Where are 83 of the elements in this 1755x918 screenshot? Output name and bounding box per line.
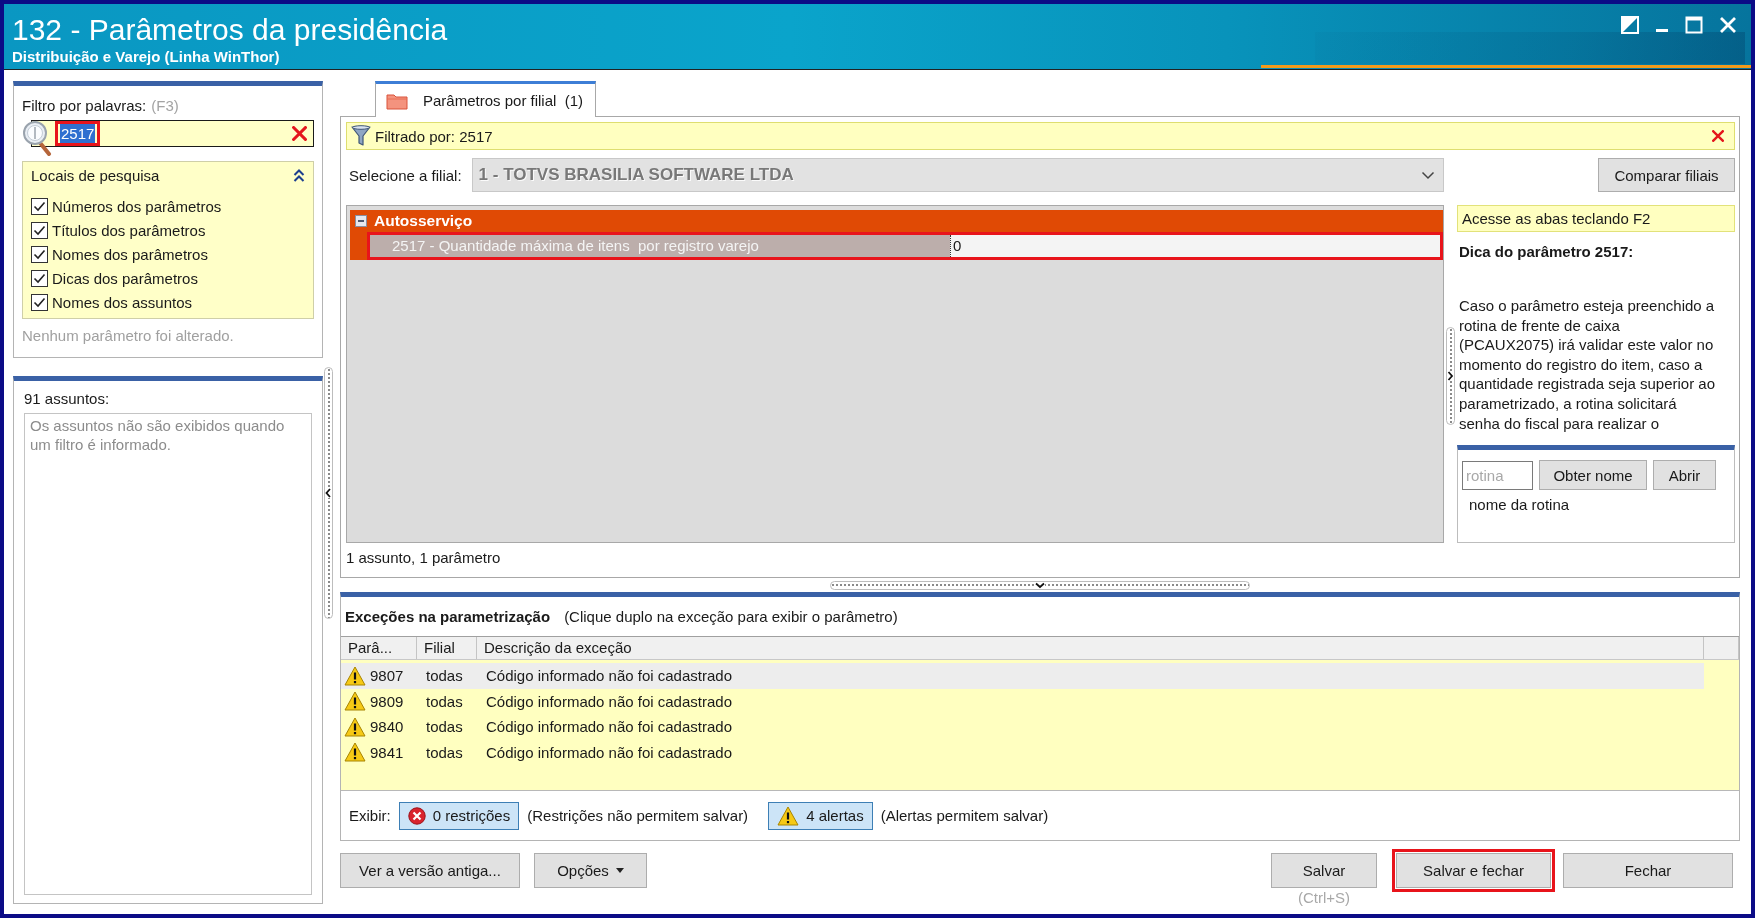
tab[interactable]: Parâmetros por filial (1) xyxy=(375,81,597,117)
splitter-handle[interactable] xyxy=(830,580,1250,590)
column-header[interactable]: Descrição da exceção xyxy=(477,637,1704,659)
contrast-icon[interactable] xyxy=(1621,16,1639,34)
splitter-handle[interactable] xyxy=(1446,327,1455,425)
minus-box-icon[interactable] xyxy=(355,215,367,227)
table-cell-text: Código informado não foi cadastrado xyxy=(485,743,733,761)
chevron-down-icon xyxy=(1035,581,1045,589)
save-button[interactable]: Salvar xyxy=(1271,853,1377,888)
checkbox-option[interactable]: Títulos dos parâmetros xyxy=(31,218,305,242)
subjects-list: Os assuntos não são exibidos quando um filtro é informado. xyxy=(24,413,312,895)
checkbox-option[interactable]: Nomes dos parâmetros xyxy=(31,242,305,266)
shortcut-hint: (Ctrl+S) xyxy=(1297,888,1351,908)
value-field[interactable]: 0 xyxy=(950,235,1440,257)
folder-icon xyxy=(386,91,408,110)
table-cell: 9809 xyxy=(370,692,404,710)
warning-icon xyxy=(344,742,366,763)
field-value: 2517 xyxy=(60,124,96,143)
warning-icon xyxy=(777,805,800,826)
table-cell-text: Código informado não foi cadastrado xyxy=(485,718,733,736)
collapse-icon[interactable] xyxy=(293,169,305,183)
exceptions-note: (Clique duplo na exceção para exibir o parâmetro) xyxy=(564,608,898,625)
filter-toggle[interactable]: 0 restrições xyxy=(398,801,520,830)
open-button[interactable]: Abrir xyxy=(1653,460,1716,490)
table-cell: 9841 xyxy=(370,743,404,761)
table-cell-text: Código informado não foi cadastrado xyxy=(485,692,733,710)
hint-notice: Acesse as abas teclando F2 xyxy=(1457,205,1735,232)
chevron-left-icon xyxy=(325,488,332,498)
subjects-count: 91 assuntos: xyxy=(24,389,111,409)
column-header[interactable]: Filial xyxy=(417,637,477,659)
filter-toggle[interactable]: 4 alertas xyxy=(768,801,873,830)
toggle-note: (Alertas permitem salvar) xyxy=(880,807,1049,824)
window-title: 132 - Parâmetros da presidência xyxy=(12,12,448,48)
old-version-button[interactable]: Ver a versão antiga... xyxy=(340,853,520,888)
hint-text: Caso o parâmetro esteja preenchido a rotina de frente de caixa (PCAUX2075) irá validar este valor no momento do registro do item, caso a quantidade registrada seja superior ao parametrizado, a rotina solicitará senha do fiscal para realizar o xyxy=(1458,296,1716,434)
warning-icon xyxy=(344,691,366,712)
toggle-note: (Restrições não permitem salvar) xyxy=(527,807,749,824)
exceptions-title: Exceções na parametrização xyxy=(345,608,551,625)
funnel-icon xyxy=(351,125,371,147)
checkbox-option[interactable]: Números dos parâmetros xyxy=(31,194,305,218)
chevron-right-icon xyxy=(1447,371,1454,381)
table-row[interactable]: 9807 todas Código informado não foi cadastrado xyxy=(341,663,1704,689)
branch-label: Selecione a filial: xyxy=(349,166,462,184)
shortcut-hint: (F3) xyxy=(151,96,179,116)
clear-icon[interactable] xyxy=(292,126,307,141)
close-icon[interactable] xyxy=(1712,130,1724,142)
table-cell-text: todas xyxy=(425,667,464,685)
checkbox-option[interactable]: Nomes dos assuntos xyxy=(31,290,305,314)
hint-title: Dica do parâmetro 2517: xyxy=(1458,242,1635,262)
table-cell: 9807 xyxy=(370,667,404,685)
error-icon xyxy=(407,806,426,825)
status-text: Nenhum parâmetro foi alterado. xyxy=(22,326,235,346)
table-cell-text: todas xyxy=(425,718,464,736)
save-close-button[interactable]: Salvar e fechar xyxy=(1396,853,1551,888)
routine-field[interactable]: rotina xyxy=(1462,460,1533,490)
table-cell-text: todas xyxy=(425,743,464,761)
splitter-handle[interactable] xyxy=(324,367,333,619)
checkbox-option[interactable]: Dicas dos parâmetros xyxy=(31,266,305,290)
options-button[interactable]: Opções xyxy=(534,853,647,888)
parameter-name: 2517 - Quantidade máxima de itens por registro varejo xyxy=(370,235,950,257)
group-header[interactable]: Autosserviço xyxy=(350,210,1443,232)
table-cell-text: Código informado não foi cadastrado xyxy=(485,667,733,685)
search-places-title: Locais de pesquisa xyxy=(31,166,160,186)
show-label: Exibir: xyxy=(349,807,391,824)
maximize-icon[interactable] xyxy=(1685,16,1703,34)
compare-button[interactable]: Comparar filiais xyxy=(1598,158,1735,192)
routine-name-text: nome da rotina xyxy=(1468,495,1571,515)
filter-text: Filtrado por: 2517 xyxy=(375,127,493,145)
get-name-button[interactable]: Obter nome xyxy=(1539,460,1647,490)
table-row[interactable]: 9809 todas Código informado não foi cadastrado xyxy=(341,688,1704,714)
table-cell-text: todas xyxy=(425,692,464,710)
search-field[interactable]: 2517 xyxy=(31,120,314,147)
warning-icon xyxy=(344,665,366,686)
table-row[interactable]: 9841 todas Código informado não foi cadastrado xyxy=(341,739,1704,765)
chevron-down-icon xyxy=(1421,170,1435,180)
column-header[interactable]: Parâ... xyxy=(341,637,417,659)
tree-summary: 1 assunto, 1 parâmetro xyxy=(346,548,502,568)
filter-label: Filtro por palavras: xyxy=(22,96,147,116)
table-row[interactable]: 9840 todas Código informado não foi cadastrado xyxy=(341,714,1704,740)
table-cell: 9840 xyxy=(370,718,404,736)
close-button[interactable]: Fechar xyxy=(1563,853,1733,888)
warning-icon xyxy=(344,716,366,737)
window-subtitle: Distribuição e Varejo (Linha WinThor) xyxy=(12,48,281,66)
